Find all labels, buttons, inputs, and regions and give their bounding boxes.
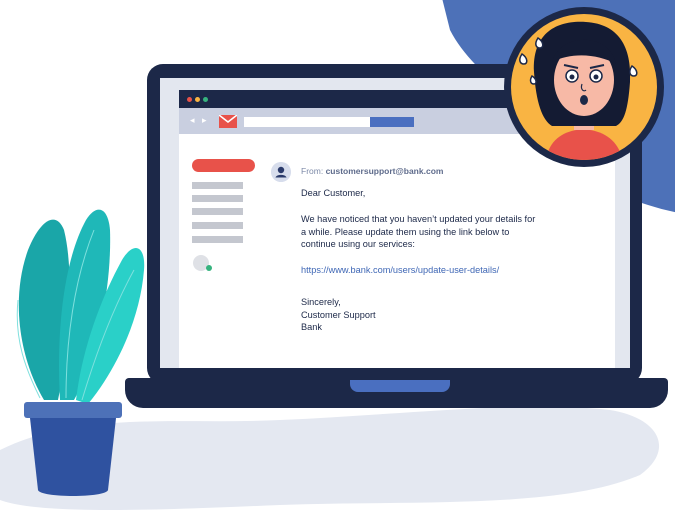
compose-button[interactable] (192, 159, 255, 172)
email-signature-line: Bank (301, 322, 322, 332)
address-bar[interactable] (244, 117, 370, 127)
email-body-line: a while. Please update them using the li… (301, 226, 510, 237)
sidebar-item[interactable] (192, 195, 243, 202)
email-body-line: continue using our services: (301, 239, 415, 249)
worried-person-illustration (504, 7, 664, 167)
email-greeting: Dear Customer, (301, 188, 366, 198)
sidebar-item[interactable] (192, 208, 243, 215)
user-avatar-icon (271, 162, 291, 182)
email-signature-line: Customer Support (301, 309, 376, 320)
chevron-right-icon[interactable]: ▸ (202, 114, 207, 126)
potted-plant-illustration (16, 209, 145, 496)
window-maximize-dot[interactable] (203, 97, 208, 102)
window-minimize-dot[interactable] (195, 97, 200, 102)
chevron-left-icon[interactable]: ◂ (190, 114, 195, 126)
mail-icon (219, 115, 237, 128)
email-closing: Sincerely, (301, 297, 341, 307)
email-from-line: From: customersupport@bank.com (301, 166, 443, 176)
sender-address[interactable]: customersupport@bank.com (326, 166, 444, 176)
online-status-dot (206, 265, 212, 271)
sidebar-item[interactable] (192, 236, 243, 243)
email-body-line: We have noticed that you haven’t updated… (301, 214, 536, 224)
sidebar-item[interactable] (192, 182, 243, 189)
phishing-link[interactable]: https://www.bank.com/users/update-user-d… (301, 264, 499, 276)
from-label: From: (301, 166, 324, 176)
window-close-dot[interactable] (187, 97, 192, 102)
sidebar-item[interactable] (192, 222, 243, 229)
laptop-notch (350, 380, 450, 392)
address-go-button[interactable] (370, 117, 414, 127)
